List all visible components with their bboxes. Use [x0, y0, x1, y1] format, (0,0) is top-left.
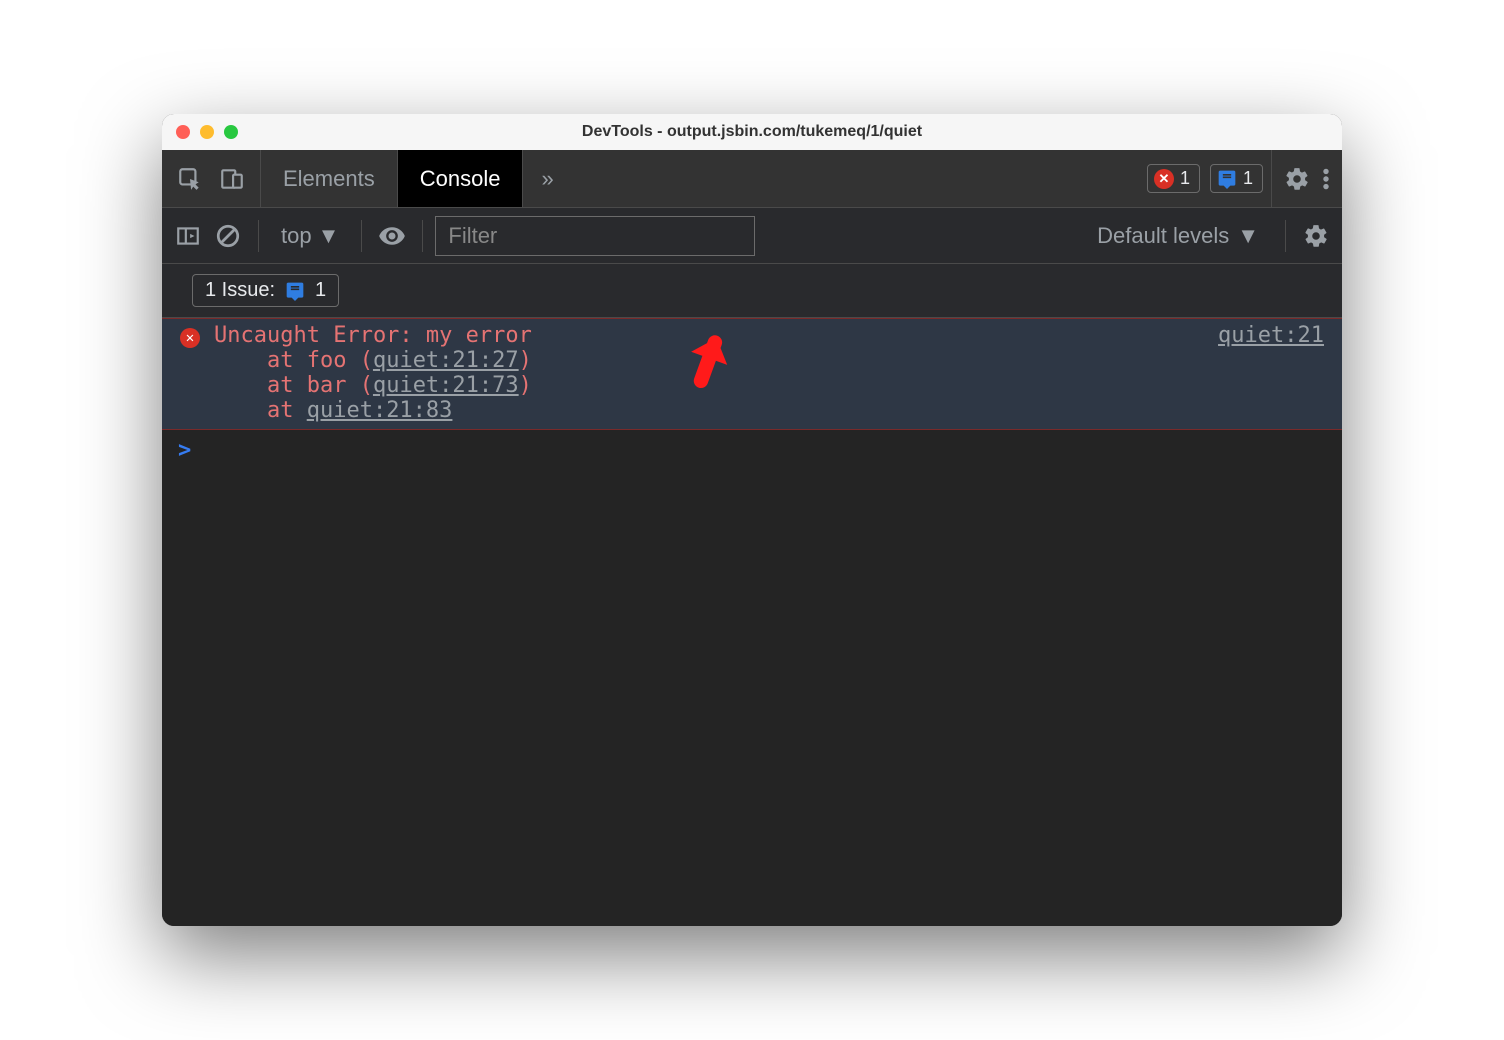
more-menu-icon[interactable]	[1322, 166, 1330, 192]
issue-icon	[1217, 169, 1237, 189]
stack-link[interactable]: quiet:21:83	[307, 398, 453, 423]
log-level-selector[interactable]: Default levels ▼	[1083, 223, 1273, 249]
tab-left-icons	[162, 150, 261, 207]
level-label: Default levels	[1097, 223, 1229, 249]
issue-badge[interactable]: 1	[1210, 164, 1263, 193]
dropdown-triangle-icon: ▼	[318, 223, 340, 249]
device-toolbar-icon[interactable]	[214, 161, 250, 197]
error-icon: ✕	[180, 328, 200, 348]
stack-link[interactable]: quiet:21:27	[373, 348, 519, 373]
stack-link[interactable]: quiet:21:73	[373, 373, 519, 398]
console-body: ✕ Uncaught Error: my error quiet:21 at f…	[162, 318, 1342, 926]
live-expression-icon[interactable]	[374, 218, 410, 254]
stack-trace: at foo (quiet:21:27) at bar (quiet:21:73…	[180, 348, 1324, 423]
titlebar: DevTools - output.jsbin.com/tukemeq/1/qu…	[162, 114, 1342, 150]
inspect-element-icon[interactable]	[172, 161, 208, 197]
status-badges: ✕ 1 1	[1139, 150, 1271, 207]
zoom-window-button[interactable]	[224, 125, 238, 139]
tab-console[interactable]: Console	[398, 150, 524, 207]
toggle-sidebar-icon[interactable]	[170, 218, 206, 254]
context-label: top	[281, 223, 312, 249]
devtools-window: DevTools - output.jsbin.com/tukemeq/1/qu…	[162, 114, 1342, 926]
window-title: DevTools - output.jsbin.com/tukemeq/1/qu…	[162, 123, 1342, 141]
console-toolbar: top ▼ Default levels ▼	[162, 208, 1342, 264]
issues-count: 1	[315, 279, 326, 302]
issues-button[interactable]: 1 Issue: 1	[192, 274, 339, 307]
tab-more[interactable]: »	[523, 150, 571, 207]
clear-console-icon[interactable]	[210, 218, 246, 254]
minimize-window-button[interactable]	[200, 125, 214, 139]
tab-elements[interactable]: Elements	[261, 150, 398, 207]
tabbar: Elements Console » ✕ 1 1	[162, 150, 1342, 208]
stack-frame: at bar (quiet:21:73)	[214, 373, 1324, 398]
traffic-lights	[176, 125, 238, 139]
error-icon: ✕	[1154, 169, 1174, 189]
close-window-button[interactable]	[176, 125, 190, 139]
console-settings-gear-icon[interactable]	[1298, 218, 1334, 254]
stack-frame: at foo (quiet:21:27)	[214, 348, 1324, 373]
filter-input[interactable]	[435, 216, 755, 256]
error-count: 1	[1180, 168, 1190, 189]
settings-gear-icon[interactable]	[1284, 166, 1310, 192]
error-text: Uncaught Error: my error	[214, 323, 532, 348]
issue-count: 1	[1243, 168, 1253, 189]
error-badge[interactable]: ✕ 1	[1147, 164, 1200, 193]
issues-label: 1 Issue:	[205, 279, 275, 302]
issues-bar: 1 Issue: 1	[162, 264, 1342, 318]
error-source-link[interactable]: quiet:21	[1218, 323, 1324, 348]
stack-frame: at quiet:21:83	[214, 398, 1324, 423]
context-selector[interactable]: top ▼	[271, 223, 349, 249]
issue-icon	[285, 281, 305, 301]
console-prompt[interactable]: >	[162, 430, 1342, 471]
prompt-chevron-icon: >	[178, 438, 191, 463]
dropdown-triangle-icon: ▼	[1237, 223, 1259, 249]
error-message: ✕ Uncaught Error: my error quiet:21 at f…	[162, 318, 1342, 430]
